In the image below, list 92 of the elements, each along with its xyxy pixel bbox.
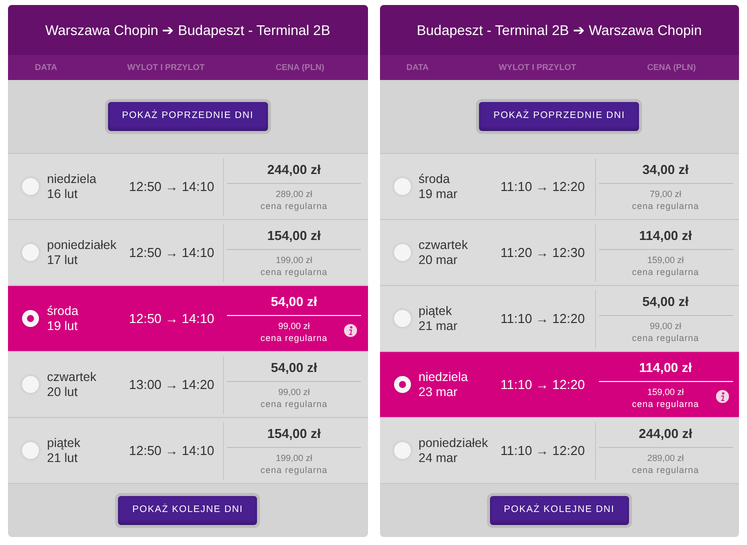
radio-button[interactable] — [394, 178, 410, 195]
price: 54,00 zł — [270, 360, 318, 374]
regular-price: 199,00 zł — [276, 255, 312, 265]
regular-price: 159,00 zł — [647, 387, 684, 397]
regular-price-label: cena regularna — [260, 399, 328, 409]
regular-price: 289,00 zł — [647, 453, 684, 463]
column-header: CENA (PLN) — [647, 61, 696, 74]
flight-row[interactable]: środa 19 mar 11:10 → 12:20 34,00 zł 79,00 zł cena regularna — [380, 153, 739, 219]
flight-row[interactable]: środa 19 lut 12:50 → 14:10 54,00 zł 99,00 zł cena regularna — [8, 285, 368, 351]
regular-price-label: cena regularna — [260, 201, 328, 211]
flight-times: 12:50 → 14:10 — [129, 244, 214, 260]
regular-price-label: cena regularna — [632, 201, 700, 211]
flight-times: 11:10 → 12:20 — [500, 178, 585, 194]
radio-button[interactable] — [22, 310, 39, 327]
previous-days-button[interactable]: POKAŻ POPRZEDNIE DNI — [476, 99, 642, 134]
regular-price: 99,00 zł — [650, 321, 682, 331]
regular-price-label: cena regularna — [260, 465, 328, 475]
flight-times: 11:10 → 12:20 — [500, 376, 585, 392]
next-days-button[interactable]: POKAŻ KOLEJNE DNI — [115, 493, 260, 528]
price: 244,00 zł — [267, 162, 321, 176]
day-label: środa — [47, 304, 80, 318]
regular-price-label: cena regularna — [632, 267, 700, 277]
column-header: CENA (PLN) — [276, 61, 324, 74]
day-label: czwartek — [418, 238, 469, 252]
flight-times: 11:10 → 12:20 — [500, 310, 585, 326]
regular-price: 159,00 zł — [647, 255, 684, 265]
flight-times: 12:50 → 14:10 — [129, 310, 214, 326]
price: 54,00 zł — [270, 294, 318, 308]
radio-button[interactable] — [394, 244, 410, 261]
flight-times: 12:50 → 14:10 — [129, 442, 214, 458]
date-label: 16 lut — [47, 186, 79, 202]
price: 154,00 zł — [267, 426, 321, 440]
day-label: niedziela — [47, 172, 98, 186]
flight-row[interactable]: niedziela 16 lut 12:50 → 14:10 244,00 zł 289,00 zł cena regularna — [8, 153, 368, 219]
radio-button[interactable] — [394, 310, 410, 327]
regular-price: 289,00 zł — [276, 189, 312, 199]
flight-row[interactable]: piątek 21 lut 12:50 → 14:10 154,00 zł 199,00 zł cena regularna — [8, 417, 368, 483]
info-icon[interactable] — [344, 324, 357, 336]
date-label: 20 mar — [418, 252, 458, 268]
flight-row[interactable]: piątek 21 mar 11:10 → 12:20 54,00 zł 99,00 zł cena regularna — [380, 285, 739, 351]
flight-row[interactable]: czwartek 20 mar 11:20 → 12:30 114,00 zł 159,00 zł cena regularna — [380, 219, 739, 285]
price: 114,00 zł — [639, 360, 692, 374]
regular-price-label: cena regularna — [260, 267, 328, 277]
regular-price-label: cena regularna — [260, 333, 328, 343]
flight-times: 11:10 → 12:20 — [500, 442, 585, 458]
day-label: czwartek — [47, 370, 98, 384]
regular-price: 99,00 zł — [278, 321, 310, 331]
regular-price-label: cena regularna — [632, 399, 700, 409]
route-title: Warszawa Chopin ➔ Budapeszt - Terminal 2B — [45, 20, 330, 40]
regular-price: 79,00 zł — [650, 189, 682, 199]
route-title: Budapeszt - Terminal 2B ➔ Warszawa Chopin — [416, 20, 702, 40]
date-label: 19 lut — [47, 318, 79, 334]
regular-price-label: cena regularna — [632, 465, 700, 475]
price: 34,00 zł — [642, 162, 689, 176]
regular-price: 99,00 zł — [278, 387, 310, 397]
price: 114,00 zł — [639, 228, 692, 242]
radio-button[interactable] — [22, 244, 39, 261]
radio-button[interactable] — [22, 442, 39, 459]
flight-row[interactable]: niedziela 23 mar 11:10 → 12:20 114,00 zł 159,00 zł cena regularna — [380, 351, 739, 417]
flight-times: 11:20 → 12:30 — [500, 244, 585, 260]
radio-button[interactable] — [22, 376, 39, 393]
previous-days-button[interactable]: POKAŻ POPRZEDNIE DNI — [104, 99, 271, 134]
day-label: poniedziałek — [418, 436, 489, 450]
day-label: piątek — [418, 304, 453, 318]
date-label: 19 mar — [418, 186, 458, 202]
flight-row[interactable]: czwartek 20 lut 13:00 → 14:20 54,00 zł 99,00 zł cena regularna — [8, 351, 368, 417]
day-label: poniedziałek — [47, 238, 118, 252]
column-header: DATA — [34, 61, 58, 74]
day-label: niedziela — [418, 370, 469, 384]
price: 244,00 zł — [638, 426, 692, 440]
day-label: środa — [418, 172, 451, 186]
price: 54,00 zł — [642, 294, 689, 308]
radio-button[interactable] — [22, 178, 39, 195]
regular-price: 199,00 zł — [276, 453, 312, 463]
date-label: 24 mar — [418, 450, 458, 466]
column-header: DATA — [406, 61, 429, 74]
date-label: 17 lut — [47, 252, 79, 268]
date-label: 23 mar — [418, 384, 458, 400]
price: 154,00 zł — [267, 228, 321, 242]
date-label: 21 lut — [47, 450, 79, 466]
date-label: 21 mar — [418, 318, 458, 334]
flight-times: 12:50 → 14:10 — [129, 178, 214, 194]
column-header: WYLOT I PRZYLOT — [127, 61, 205, 74]
column-header: WYLOT I PRZYLOT — [498, 61, 576, 74]
flight-times: 13:00 → 14:20 — [129, 376, 214, 392]
day-label: piątek — [47, 436, 82, 450]
next-days-button[interactable]: POKAŻ KOLEJNE DNI — [486, 493, 632, 528]
radio-button[interactable] — [394, 442, 410, 459]
date-label: 20 lut — [47, 384, 79, 400]
info-icon[interactable] — [716, 390, 728, 402]
regular-price-label: cena regularna — [632, 333, 700, 343]
radio-button[interactable] — [394, 376, 410, 393]
